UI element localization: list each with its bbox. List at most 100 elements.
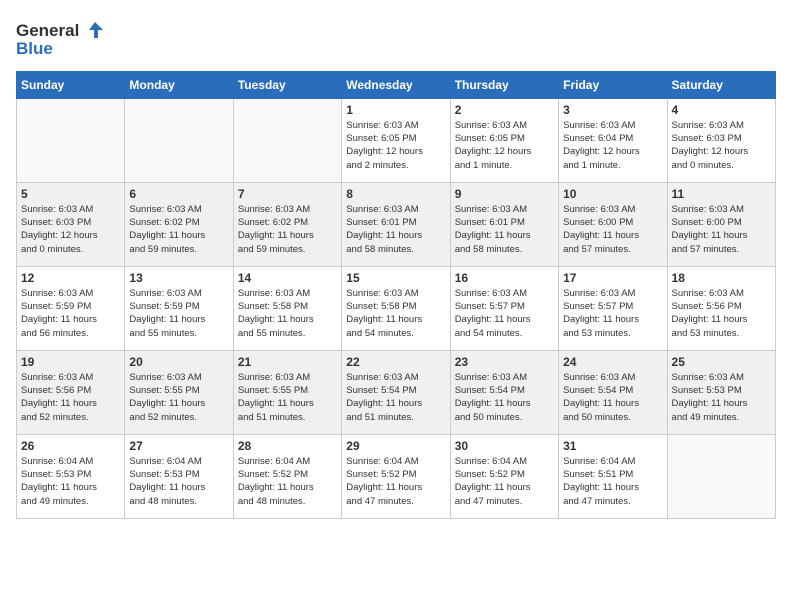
day-info: Sunrise: 6:03 AMSunset: 6:04 PMDaylight:… — [563, 119, 662, 172]
calendar-week-row: 19Sunrise: 6:03 AMSunset: 5:56 PMDayligh… — [17, 350, 776, 434]
calendar-cell: 10Sunrise: 6:03 AMSunset: 6:00 PMDayligh… — [559, 182, 667, 266]
calendar-cell: 11 Sunrise: 6:03 AMSunset: 6:00 PMDayligh… — [667, 182, 775, 266]
day-info: Sunrise: 6:03 AMSunset: 5:55 PMDaylight:… — [238, 371, 337, 424]
calendar-cell: 5Sunrise: 6:03 AMSunset: 6:03 PMDaylight… — [17, 182, 125, 266]
day-info: Sunrise: 6:03 AMSunset: 5:54 PMDaylight:… — [455, 371, 554, 424]
day-info: Sunrise: 6:03 AMSunset: 5:58 PMDaylight:… — [346, 287, 445, 340]
day-number: 4 — [672, 103, 771, 117]
calendar-cell: 27 Sunrise: 6:04 AMSunset: 5:53 PMDayligh… — [125, 434, 233, 518]
day-info: Sunrise: 6:03 AMSunset: 5:56 PMDaylight:… — [672, 287, 771, 340]
day-number: 16 — [455, 271, 554, 285]
calendar-cell: 29 Sunrise: 6:04 AMSunset: 5:52 PMDayligh… — [342, 434, 450, 518]
logo-general: General — [16, 22, 79, 41]
calendar-cell: 22 Sunrise: 6:03 AMSunset: 5:54 PMDayligh… — [342, 350, 450, 434]
day-number: 28 — [238, 439, 337, 453]
day-info: Sunrise: 6:03 AMSunset: 5:59 PMDaylight:… — [21, 287, 120, 340]
calendar-cell — [125, 98, 233, 182]
day-number: 1 — [346, 103, 445, 117]
logo-bird-icon — [81, 20, 103, 42]
day-info: Sunrise: 6:03 AMSunset: 5:58 PMDaylight:… — [238, 287, 337, 340]
calendar-cell: 12 Sunrise: 6:03 AMSunset: 5:59 PMDayligh… — [17, 266, 125, 350]
day-number: 29 — [346, 439, 445, 453]
day-info: Sunrise: 6:03 AMSunset: 6:02 PMDaylight:… — [129, 203, 228, 256]
day-number: 22 — [346, 355, 445, 369]
calendar-cell: 7 Sunrise: 6:03 AMSunset: 6:02 PMDaylight… — [233, 182, 341, 266]
day-number: 9 — [455, 187, 554, 201]
day-info: Sunrise: 6:03 AMSunset: 6:03 PMDaylight:… — [672, 119, 771, 172]
day-info: Sunrise: 6:04 AMSunset: 5:53 PMDaylight:… — [129, 455, 228, 508]
day-info: Sunrise: 6:03 AMSunset: 5:54 PMDaylight:… — [563, 371, 662, 424]
day-number: 31 — [563, 439, 662, 453]
day-number: 8 — [346, 187, 445, 201]
header-day: Tuesday — [233, 71, 341, 98]
day-info: Sunrise: 6:03 AMSunset: 5:55 PMDaylight:… — [129, 371, 228, 424]
day-number: 25 — [672, 355, 771, 369]
calendar-cell: 8 Sunrise: 6:03 AMSunset: 6:01 PMDaylight… — [342, 182, 450, 266]
day-info: Sunrise: 6:03 AMSunset: 6:00 PMDaylight:… — [563, 203, 662, 256]
day-info: Sunrise: 6:03 AMSunset: 5:53 PMDaylight:… — [672, 371, 771, 424]
calendar-cell: 4 Sunrise: 6:03 AMSunset: 6:03 PMDaylight… — [667, 98, 775, 182]
day-number: 12 — [21, 271, 120, 285]
calendar-cell — [17, 98, 125, 182]
logo-blue: Blue — [16, 40, 103, 59]
day-number: 13 — [129, 271, 228, 285]
logo: General Blue — [16, 16, 103, 59]
day-info: Sunrise: 6:03 AMSunset: 6:01 PMDaylight:… — [346, 203, 445, 256]
day-info: Sunrise: 6:03 AMSunset: 5:56 PMDaylight:… — [21, 371, 120, 424]
day-number: 2 — [455, 103, 554, 117]
day-number: 18 — [672, 271, 771, 285]
day-info: Sunrise: 6:03 AMSunset: 5:54 PMDaylight:… — [346, 371, 445, 424]
calendar-cell: 19Sunrise: 6:03 AMSunset: 5:56 PMDayligh… — [17, 350, 125, 434]
day-info: Sunrise: 6:03 AMSunset: 6:00 PMDaylight:… — [672, 203, 771, 256]
day-info: Sunrise: 6:03 AMSunset: 6:05 PMDaylight:… — [346, 119, 445, 172]
day-info: Sunrise: 6:03 AMSunset: 5:59 PMDaylight:… — [129, 287, 228, 340]
calendar-cell: 2Sunrise: 6:03 AMSunset: 6:05 PMDaylight… — [450, 98, 558, 182]
calendar-cell: 20 Sunrise: 6:03 AMSunset: 5:55 PMDayligh… — [125, 350, 233, 434]
calendar-cell: 31 Sunrise: 6:04 AMSunset: 5:51 PMDayligh… — [559, 434, 667, 518]
calendar-cell: 16 Sunrise: 6:03 AMSunset: 5:57 PMDayligh… — [450, 266, 558, 350]
calendar-cell: 3Sunrise: 6:03 AMSunset: 6:04 PMDaylight… — [559, 98, 667, 182]
calendar-cell: 1 Sunrise: 6:03 AMSunset: 6:05 PMDaylight… — [342, 98, 450, 182]
day-info: Sunrise: 6:03 AMSunset: 6:02 PMDaylight:… — [238, 203, 337, 256]
day-info: Sunrise: 6:03 AMSunset: 5:57 PMDaylight:… — [563, 287, 662, 340]
day-info: Sunrise: 6:04 AMSunset: 5:52 PMDaylight:… — [238, 455, 337, 508]
calendar-cell: 18 Sunrise: 6:03 AMSunset: 5:56 PMDayligh… — [667, 266, 775, 350]
header-day: Thursday — [450, 71, 558, 98]
calendar-cell: 14 Sunrise: 6:03 AMSunset: 5:58 PMDayligh… — [233, 266, 341, 350]
day-number: 11 — [672, 187, 771, 201]
calendar-cell: 9Sunrise: 6:03 AMSunset: 6:01 PMDaylight… — [450, 182, 558, 266]
calendar-cell: 15Sunrise: 6:03 AMSunset: 5:58 PMDayligh… — [342, 266, 450, 350]
header-day: Friday — [559, 71, 667, 98]
day-number: 27 — [129, 439, 228, 453]
day-info: Sunrise: 6:04 AMSunset: 5:52 PMDaylight:… — [455, 455, 554, 508]
day-info: Sunrise: 6:03 AMSunset: 5:57 PMDaylight:… — [455, 287, 554, 340]
day-info: Sunrise: 6:04 AMSunset: 5:51 PMDaylight:… — [563, 455, 662, 508]
calendar-table: SundayMondayTuesdayWednesdayThursdayFrid… — [16, 71, 776, 519]
day-number: 14 — [238, 271, 337, 285]
calendar-cell: 13 Sunrise: 6:03 AMSunset: 5:59 PMDayligh… — [125, 266, 233, 350]
calendar-cell: 17Sunrise: 6:03 AMSunset: 5:57 PMDayligh… — [559, 266, 667, 350]
calendar-week-row: 26 Sunrise: 6:04 AMSunset: 5:53 PMDayligh… — [17, 434, 776, 518]
calendar-cell: 26 Sunrise: 6:04 AMSunset: 5:53 PMDayligh… — [17, 434, 125, 518]
calendar-cell: 25 Sunrise: 6:03 AMSunset: 5:53 PMDayligh… — [667, 350, 775, 434]
header: General Blue — [16, 16, 776, 59]
calendar-cell: 6 Sunrise: 6:03 AMSunset: 6:02 PMDaylight… — [125, 182, 233, 266]
day-number: 5 — [21, 187, 120, 201]
calendar-week-row: 12 Sunrise: 6:03 AMSunset: 5:59 PMDayligh… — [17, 266, 776, 350]
day-info: Sunrise: 6:04 AMSunset: 5:53 PMDaylight:… — [21, 455, 120, 508]
day-number: 30 — [455, 439, 554, 453]
calendar-week-row: 1 Sunrise: 6:03 AMSunset: 6:05 PMDaylight… — [17, 98, 776, 182]
day-number: 26 — [21, 439, 120, 453]
calendar-cell: 28 Sunrise: 6:04 AMSunset: 5:52 PMDayligh… — [233, 434, 341, 518]
header-day: Sunday — [17, 71, 125, 98]
calendar-cell: 24Sunrise: 6:03 AMSunset: 5:54 PMDayligh… — [559, 350, 667, 434]
day-number: 21 — [238, 355, 337, 369]
calendar-cell: 21 Sunrise: 6:03 AMSunset: 5:55 PMDayligh… — [233, 350, 341, 434]
logo-wrapper: General Blue — [16, 20, 103, 59]
day-info: Sunrise: 6:04 AMSunset: 5:52 PMDaylight:… — [346, 455, 445, 508]
header-day: Wednesday — [342, 71, 450, 98]
day-number: 6 — [129, 187, 228, 201]
day-number: 20 — [129, 355, 228, 369]
day-number: 7 — [238, 187, 337, 201]
day-number: 23 — [455, 355, 554, 369]
